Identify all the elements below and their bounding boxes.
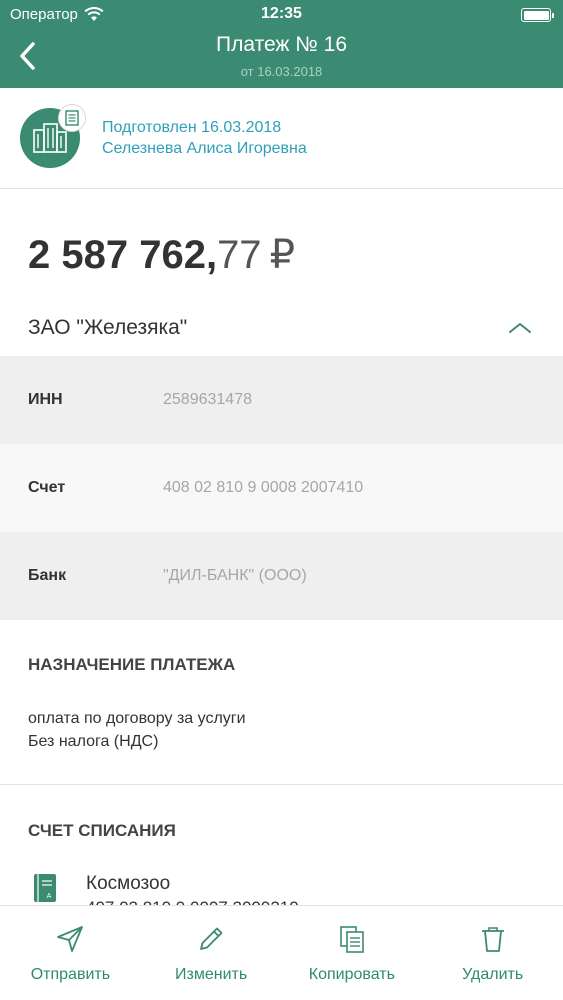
currency-symbol: ₽ <box>269 233 296 277</box>
detail-row-account: Счет 408 02 810 9 0008 2007410 <box>0 444 563 532</box>
detail-label: ИНН <box>28 391 63 408</box>
copy-label: Копировать <box>308 966 395 983</box>
edit-label: Изменить <box>175 966 248 983</box>
copy-icon <box>340 926 364 953</box>
purpose-text: оплата по договору за услуги Без налога … <box>28 707 246 753</box>
detail-value: 2589631478 <box>163 391 252 408</box>
purpose-line: Без налога (НДС) <box>28 733 159 750</box>
battery-icon <box>521 8 554 22</box>
account-book-icon: A <box>33 873 57 903</box>
copy-button[interactable]: Копировать <box>282 906 423 1000</box>
account-name: Космозоо <box>86 873 171 894</box>
detail-row-inn: ИНН 2589631478 <box>0 356 563 444</box>
detail-value: "ДИЛ-БАНК" (ООО) <box>163 567 307 584</box>
svg-text:A: A <box>47 892 52 900</box>
send-label: Отправить <box>30 966 111 983</box>
prepared-author: Селезнева Алиса Игоревна <box>102 140 307 157</box>
send-button[interactable]: Отправить <box>0 906 141 1000</box>
prepared-text[interactable]: Подготовлен 16.03.2018 Селезнева Алиса И… <box>102 117 307 159</box>
payment-amount: 2 587 762,77 ₽ <box>28 232 295 278</box>
nav-header: Оператор 12:35 Платеж № 16 от 16.03.2018 <box>0 0 563 88</box>
purpose-line: оплата по договору за услуги <box>28 710 246 727</box>
amount-integer: 2 587 762, <box>28 233 218 277</box>
divider <box>0 784 563 785</box>
prepared-info: Подготовлен 16.03.2018 Селезнева Алиса И… <box>0 88 563 189</box>
page-subtitle: от 16.03.2018 <box>240 64 323 79</box>
detail-value: 408 02 810 9 0008 2007410 <box>163 479 364 496</box>
trash-icon <box>481 927 504 952</box>
status-bar: Оператор 12:35 <box>0 0 563 30</box>
delete-button[interactable]: Удалить <box>422 906 563 1000</box>
document-icon <box>58 104 86 132</box>
status-time: 12:35 <box>261 5 302 22</box>
edit-button[interactable]: Изменить <box>141 906 282 1000</box>
page-title: Платеж № 16 <box>216 33 347 56</box>
detail-label: Банк <box>28 567 67 584</box>
purpose-title: НАЗНАЧЕНИЕ ПЛАТЕЖА <box>28 655 236 674</box>
detail-label: Счет <box>28 479 66 496</box>
prepared-date: Подготовлен 16.03.2018 <box>102 119 282 136</box>
recipient-name: ЗАО "Железяка" <box>28 316 188 339</box>
amount-fraction: 77 <box>217 233 262 277</box>
debit-account-title: СЧЕТ СПИСАНИЯ <box>28 821 176 840</box>
chevron-up-icon[interactable] <box>507 320 533 336</box>
delete-label: Удалить <box>462 966 524 983</box>
detail-row-bank: Банк "ДИЛ-БАНК" (ООО) <box>0 532 563 620</box>
action-toolbar: Отправить Изменить Копировать Удалить <box>0 905 563 1000</box>
recipient-details: ИНН 2589631478 Счет 408 02 810 9 0008 20… <box>0 356 563 620</box>
send-icon <box>57 926 84 952</box>
pencil-icon <box>200 927 223 950</box>
